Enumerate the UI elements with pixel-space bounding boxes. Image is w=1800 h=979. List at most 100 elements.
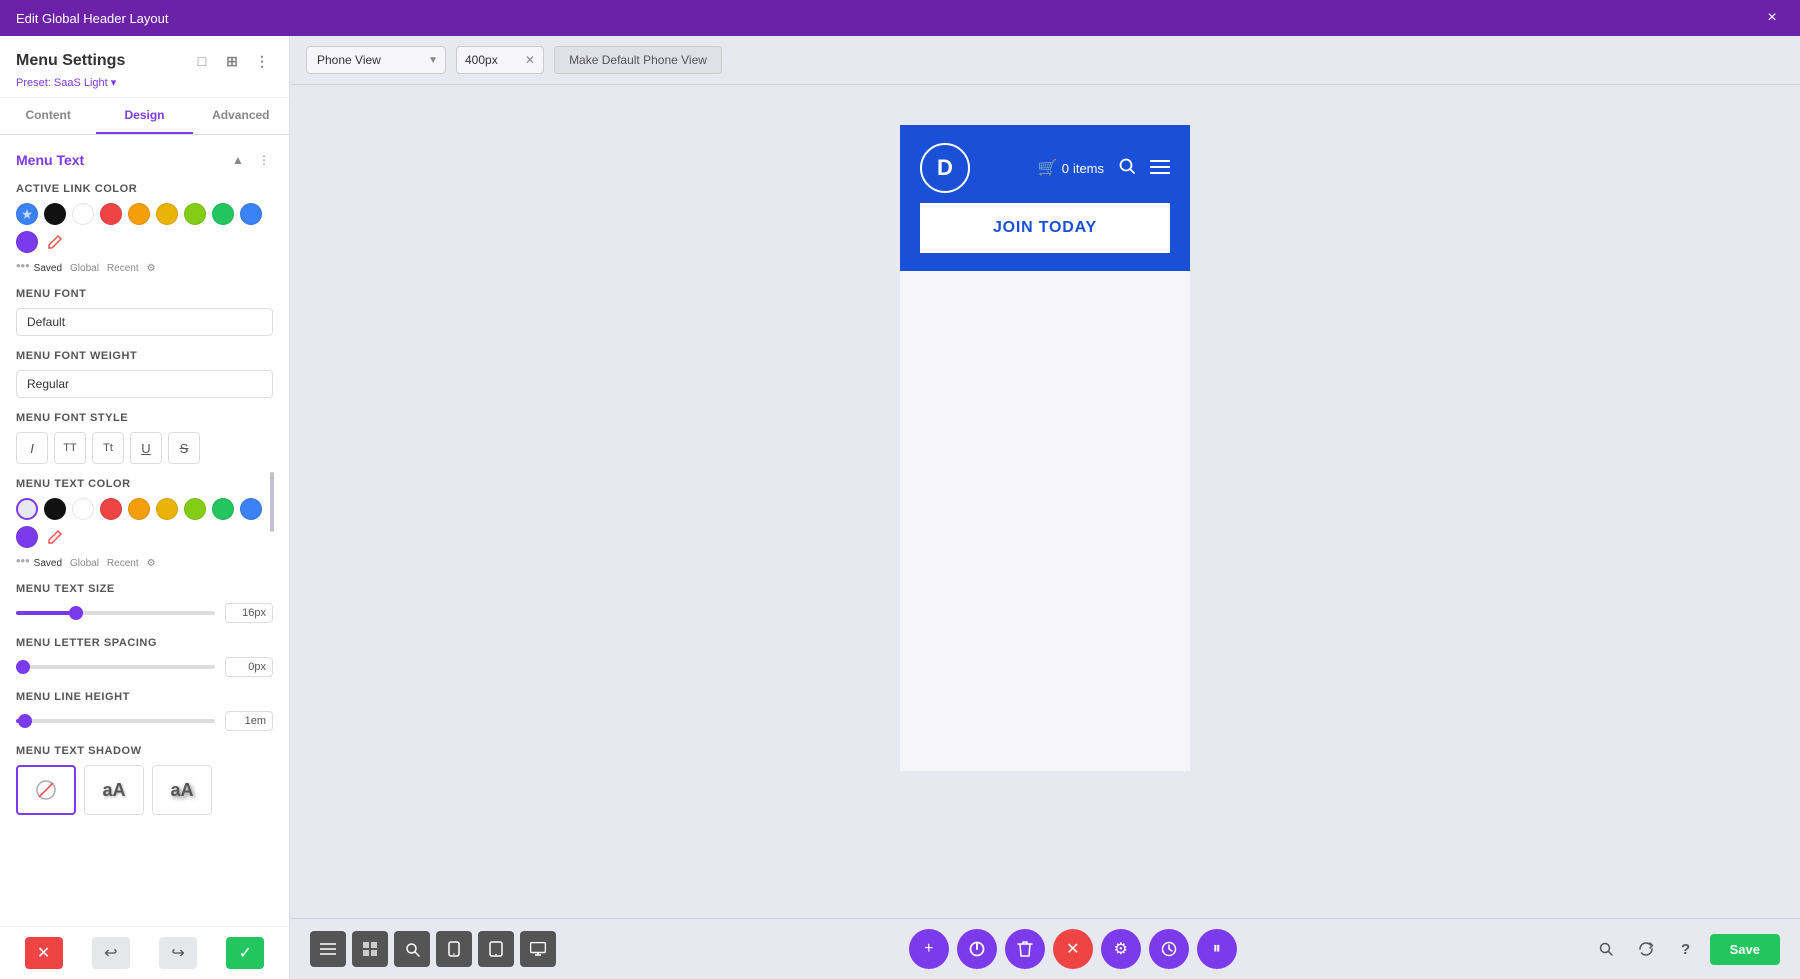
bottom-center-tools: + ✕ ⚙	[909, 929, 1237, 969]
color-swatch-blue[interactable]	[240, 203, 262, 225]
make-default-phone-view-button[interactable]: Make Default Phone View	[554, 46, 722, 74]
add-button[interactable]: +	[909, 929, 949, 969]
toolbar-tablet-icon[interactable]	[478, 931, 514, 967]
drag-handle-left[interactable]	[270, 472, 274, 532]
toolbar-grid-icon[interactable]	[352, 931, 388, 967]
text-color-swatch-green[interactable]	[212, 498, 234, 520]
save-button[interactable]: Save	[1710, 934, 1780, 965]
tab-content[interactable]: Content	[0, 98, 96, 134]
search-icon[interactable]	[1118, 157, 1136, 180]
more-icon[interactable]: ⋮	[251, 50, 273, 72]
menu-text-size-track[interactable]	[16, 611, 215, 615]
gear-button[interactable]: ⚙	[1101, 929, 1141, 969]
width-clear-icon[interactable]: ✕	[517, 47, 543, 73]
font-style-capitalize[interactable]: Tt	[92, 432, 124, 464]
menu-letter-spacing-value[interactable]: 0px	[225, 657, 273, 677]
tab-design[interactable]: Design	[96, 98, 192, 134]
width-input[interactable]	[457, 47, 517, 73]
color-pencil-text[interactable]	[44, 526, 66, 548]
toolbar-desktop-icon[interactable]	[520, 931, 556, 967]
toolbar-list-icon[interactable]	[310, 931, 346, 967]
text-color-swatch-black[interactable]	[44, 498, 66, 520]
close-icon[interactable]: ×	[1760, 6, 1784, 30]
text-saved-label[interactable]: Saved	[34, 558, 62, 569]
confirm-button[interactable]: ✓	[226, 937, 264, 969]
expand-icon[interactable]: ⊞	[221, 50, 243, 72]
section-header: Menu Text ▲ ⋮	[16, 151, 273, 169]
text-recent-label[interactable]: Recent	[107, 558, 139, 569]
preset-label[interactable]: Preset: SaaS Light ▾	[16, 76, 273, 89]
text-global-label[interactable]: Global	[70, 558, 99, 569]
color-swatch-lime[interactable]	[184, 203, 206, 225]
join-today-button[interactable]: JOIN TODAY	[920, 203, 1170, 253]
bottom-search-icon[interactable]	[1590, 933, 1622, 965]
color-swatch-yellow[interactable]	[156, 203, 178, 225]
menu-text-size-label: Menu Text Size	[16, 583, 273, 595]
active-link-color-swatches	[16, 203, 273, 253]
pause-button[interactable]: ⏸	[1197, 929, 1237, 969]
color-swatch-red[interactable]	[100, 203, 122, 225]
text-color-swatch-active[interactable]	[16, 498, 38, 520]
text-color-swatch-yellow[interactable]	[156, 498, 178, 520]
tabs-row: Content Design Advanced	[0, 98, 289, 135]
color-swatch-white[interactable]	[72, 203, 94, 225]
trash-button[interactable]	[1005, 929, 1045, 969]
redo-button[interactable]: ↪	[159, 937, 197, 969]
menu-font-select[interactable]: Default	[16, 308, 273, 336]
menu-line-height-track[interactable]	[16, 719, 215, 723]
shadow-medium[interactable]: aA	[152, 765, 212, 815]
color-picker-swatch[interactable]	[16, 203, 38, 225]
text-color-swatch-white[interactable]	[72, 498, 94, 520]
text-color-swatch-red[interactable]	[100, 498, 122, 520]
sidebar-title-text: Menu Settings	[16, 52, 125, 70]
cart-icon: 🛒	[1038, 158, 1058, 178]
menu-text-size-thumb[interactable]	[69, 606, 83, 620]
cancel-button[interactable]: ✕	[25, 937, 63, 969]
color-swatch-orange[interactable]	[128, 203, 150, 225]
view-select[interactable]: Phone View Tablet View Desktop View	[306, 46, 446, 74]
top-bar: Edit Global Header Layout ×	[0, 0, 1800, 36]
text-color-swatch-blue[interactable]	[240, 498, 262, 520]
color-swatch-green[interactable]	[212, 203, 234, 225]
text-color-swatch-orange[interactable]	[128, 498, 150, 520]
toolbar-search-icon[interactable]	[394, 931, 430, 967]
section-more-icon[interactable]: ⋮	[255, 151, 273, 169]
menu-line-height-thumb[interactable]	[18, 714, 32, 728]
font-style-allcaps[interactable]: TT	[54, 432, 86, 464]
bottom-help-icon[interactable]: ?	[1670, 933, 1702, 965]
color-swatch-purple[interactable]	[16, 231, 38, 253]
font-style-strikethrough[interactable]: S	[168, 432, 200, 464]
color-swatch-black[interactable]	[44, 203, 66, 225]
bottom-refresh-icon[interactable]	[1630, 933, 1662, 965]
undo-button[interactable]: ↩	[92, 937, 130, 969]
collapse-icon[interactable]: ▲	[229, 151, 247, 169]
menu-letter-spacing-label: Menu Letter Spacing	[16, 637, 273, 649]
text-color-settings-icon[interactable]: ⚙	[147, 558, 156, 569]
menu-text-size-value[interactable]: 16px	[225, 603, 273, 623]
text-color-swatch-purple[interactable]	[16, 526, 38, 548]
color-pencil-active-link[interactable]	[44, 231, 66, 253]
shadow-light[interactable]: aA	[84, 765, 144, 815]
saved-label[interactable]: Saved	[34, 263, 62, 274]
menu-font-weight-select[interactable]: Regular	[16, 370, 273, 398]
toolbar-phone-icon[interactable]	[436, 931, 472, 967]
global-label[interactable]: Global	[70, 263, 99, 274]
menu-line-height-value[interactable]: 1em	[225, 711, 273, 731]
font-style-underline[interactable]: U	[130, 432, 162, 464]
menu-text-shadow-label: Menu Text Shadow	[16, 745, 273, 757]
tab-advanced[interactable]: Advanced	[193, 98, 289, 134]
hamburger-icon[interactable]	[1150, 158, 1170, 179]
history-button[interactable]	[1149, 929, 1189, 969]
close-button[interactable]: ✕	[1053, 929, 1093, 969]
menu-letter-spacing-track[interactable]	[16, 665, 215, 669]
power-button[interactable]	[957, 929, 997, 969]
preview-icon[interactable]: □	[191, 50, 213, 72]
font-style-buttons: I TT Tt U S	[16, 432, 273, 464]
menu-letter-spacing-thumb[interactable]	[16, 660, 30, 674]
shadow-none[interactable]	[16, 765, 76, 815]
color-settings-icon[interactable]: ⚙	[147, 263, 156, 274]
text-color-swatch-lime[interactable]	[184, 498, 206, 520]
recent-label[interactable]: Recent	[107, 263, 139, 274]
font-style-italic[interactable]: I	[16, 432, 48, 464]
logo-letter: D	[937, 155, 953, 181]
